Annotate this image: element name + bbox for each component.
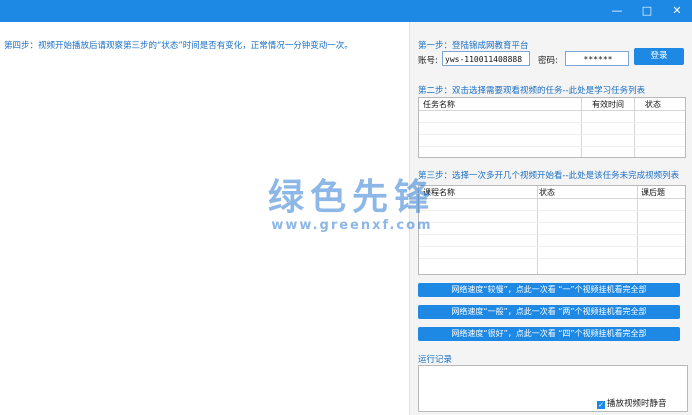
login-button[interactable]: 登录: [634, 48, 684, 65]
task-status-header[interactable]: 状态: [645, 99, 661, 110]
column-divider: [637, 186, 638, 274]
close-button[interactable]: ✕: [662, 0, 692, 22]
column-divider: [581, 98, 582, 157]
header-divider: [419, 198, 685, 199]
row-line: [419, 234, 685, 235]
row-line: [419, 146, 685, 147]
maximize-button[interactable]: □: [632, 0, 662, 22]
mute-checkbox[interactable]: ✓ 播放视频时静音: [597, 397, 667, 409]
step4-instructions: 第四步：视频开始播放后请观察第三步的“状态”时间是否有变化，正常情况一分钟变动一…: [4, 41, 353, 51]
row-line: [419, 210, 685, 211]
password-input[interactable]: ******: [565, 51, 629, 66]
course-name-header[interactable]: 课程名称: [423, 187, 455, 198]
log-title: 运行记录: [418, 355, 453, 365]
left-panel: 第四步：视频开始播放后请观察第三步的“状态”时间是否有变化，正常情况一分钟变动一…: [0, 22, 410, 415]
row-line: [419, 246, 685, 247]
row-line: [419, 258, 685, 259]
title-bar: — □ ✕: [0, 0, 692, 22]
video-list-table[interactable]: 课程名称 状态 课后题: [418, 185, 686, 275]
step1-title: 第一步：登陆锦成网教育平台: [418, 41, 529, 51]
account-input[interactable]: yws-110011408888: [442, 51, 530, 66]
checkbox-checked-icon[interactable]: ✓: [597, 401, 605, 409]
mute-label: 播放视频时静音: [607, 399, 667, 409]
valid-time-header[interactable]: 有效时间: [592, 99, 624, 110]
minimize-button[interactable]: —: [602, 0, 632, 22]
task-list-table[interactable]: 任务名称 有效时间 状态: [418, 97, 686, 158]
column-divider: [537, 186, 538, 274]
step2-title: 第二步：双击选择需要观看视频的任务--此处是学习任务列表: [418, 86, 646, 96]
task-name-header[interactable]: 任务名称: [423, 99, 455, 110]
row-line: [419, 222, 685, 223]
row-line: [419, 122, 685, 123]
fast-network-button[interactable]: 网络速度“很好”，点此一次看 “四”个视频挂机看完全部: [418, 327, 680, 341]
header-divider: [419, 110, 685, 111]
column-divider: [634, 98, 635, 157]
video-status-header[interactable]: 状态: [539, 187, 555, 198]
normal-network-button[interactable]: 网络速度“一般”，点此一次看 “两”个视频挂机看完全部: [418, 305, 680, 319]
row-line: [419, 134, 685, 135]
step3-title: 第三步：选择一次多开几个视频开始看--此处是该任务未完成视频列表: [418, 171, 680, 181]
password-label: 密码:: [538, 56, 558, 66]
quiz-header[interactable]: 课后题: [641, 187, 665, 198]
right-panel: 第一步：登陆锦成网教育平台 账号: yws-110011408888 密码: *…: [410, 22, 692, 415]
slow-network-button[interactable]: 网络速度“较慢”，点此一次看 “一”个视频挂机看完全部: [418, 283, 680, 297]
account-label: 账号:: [418, 56, 438, 66]
